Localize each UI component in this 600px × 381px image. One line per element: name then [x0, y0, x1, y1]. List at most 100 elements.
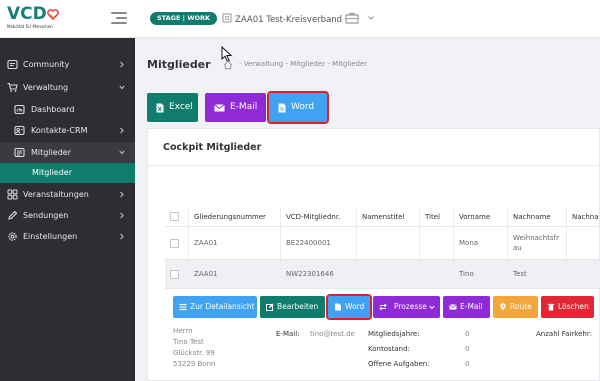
table-cell: ZAA01 [188, 260, 280, 288]
excel-label: Excel [169, 102, 193, 112]
page-title: Mitglieder [147, 58, 211, 71]
column-header[interactable]: Namenstitel [356, 207, 419, 226]
logo-subtitle: Mobilität für Menschen [7, 24, 53, 29]
main-content: Mitglieder - Verwaltung - Mitglieder - M… [135, 38, 600, 381]
cockpit-card: Cockpit Mitglieder Gliederungsnummer VCD… [147, 128, 600, 381]
delete-label: Löschen [558, 302, 589, 311]
excel-export-button[interactable]: Excel [147, 93, 198, 122]
word-button[interactable]: Word [326, 294, 372, 320]
delete-button[interactable]: Löschen [541, 296, 594, 318]
contacts-icon [14, 125, 25, 136]
sidebar-item-dashboard[interactable]: Dashboard [0, 99, 135, 120]
sidebar-item-label: Mitglieder [31, 148, 71, 157]
detail-view-label: Zur Detailansicht [190, 302, 255, 311]
sidebar-item-label: Veranstaltungen [23, 190, 89, 199]
briefcase-icon[interactable] [345, 12, 359, 24]
column-header[interactable]: Nachna [566, 207, 600, 226]
select-all-cell [165, 207, 188, 226]
detail-view-button[interactable]: Zur Detailansicht [173, 296, 257, 318]
table-cell [419, 227, 453, 259]
edit-button[interactable]: Bearbeiten [260, 296, 325, 318]
table-cell: NW22301646 [280, 260, 356, 288]
table-cell: BE22400001 [280, 227, 356, 259]
heart-logo-icon [46, 9, 59, 20]
sidebar-item-community[interactable]: Community [0, 54, 135, 75]
table-cell: ZAA01 [188, 227, 280, 259]
email-label: E-Mail [460, 302, 483, 311]
sidebar-item-sendungen[interactable]: Sendungen [0, 205, 135, 226]
gear-icon [8, 232, 17, 241]
column-header[interactable]: Vorname [453, 207, 507, 226]
swap-arrows-icon [379, 303, 387, 311]
menu-toggle-icon[interactable] [111, 12, 127, 24]
row-select-cell [165, 227, 188, 259]
chevron-right-icon [120, 61, 124, 68]
row-checkbox[interactable] [170, 238, 179, 248]
dashboard-icon [14, 104, 25, 115]
column-header[interactable]: Nachname [507, 207, 566, 226]
sidebar-item-label: Einstellungen [23, 232, 78, 241]
excel-file-icon [156, 103, 164, 113]
table-row-selected[interactable]: ZAA01 NW22301646 Tino Test [165, 260, 600, 289]
table-row[interactable]: ZAA01 BE22400001 Mona Weihnachtsfrau [165, 227, 600, 260]
pen-icon [8, 210, 18, 220]
sidebar-item-label: Sendungen [23, 211, 69, 220]
column-header[interactable]: VCD-Mitgliednr. [280, 207, 356, 226]
sidebar-item-veranstaltungen[interactable]: Veranstaltungen [0, 184, 135, 205]
email-button[interactable]: E-Mail [443, 296, 490, 318]
chevron-right-icon [120, 233, 124, 240]
row-checkbox[interactable] [170, 269, 179, 279]
sidebar-item-mitglieder-sub[interactable]: Mitglieder [0, 163, 135, 183]
column-header[interactable]: Gliederungsnummer [188, 207, 280, 226]
sidebar-item-label: Dashboard [31, 105, 75, 114]
sidebar-item-verwaltung[interactable]: Verwaltung [0, 77, 135, 98]
sidebar-item-einstellungen[interactable]: Einstellungen [0, 226, 135, 247]
breadcrumb: - Verwaltung - Mitglieder - Mitglieder [239, 60, 368, 68]
sidebar-item-kontakte-crm[interactable]: Kontakte-CRM [0, 120, 135, 141]
members-icon [14, 147, 25, 158]
list-icon [179, 303, 187, 311]
route-button[interactable]: Route [493, 296, 538, 318]
word-file-icon [335, 303, 341, 311]
column-header[interactable]: Titel [419, 207, 453, 226]
table-cell: Test [507, 260, 566, 288]
sidebar-item-mitglieder[interactable]: Mitglieder [0, 142, 135, 163]
edit-icon [266, 303, 274, 311]
word-file-icon [278, 103, 286, 113]
map-pin-icon [500, 303, 506, 311]
chevron-down-icon [119, 85, 125, 90]
table-cell [356, 260, 419, 288]
processes-dropdown-button[interactable]: Prozesse [373, 296, 440, 318]
chevron-down-icon[interactable] [367, 14, 375, 22]
divider [148, 165, 600, 166]
table-cell: Mona [453, 227, 507, 259]
sidebar: Community Verwaltung Dashboard Kontakte-… [0, 38, 135, 381]
select-all-checkbox[interactable] [170, 212, 179, 221]
processes-label: Prozesse [394, 302, 427, 311]
word-export-button[interactable]: Word [267, 91, 329, 124]
email-label: E-Mail [230, 102, 258, 112]
cart-icon [7, 82, 18, 92]
table-header-row: Gliederungsnummer VCD-Mitgliednr. Namens… [165, 207, 600, 227]
email-export-button[interactable]: E-Mail [205, 93, 266, 122]
table-cell [566, 227, 600, 259]
edit-label: Bearbeiten [277, 302, 319, 311]
table-cell [356, 227, 419, 259]
table-cell: Tino [453, 260, 507, 288]
sidebar-item-label: Mitglieder [32, 168, 72, 177]
cockpit-title: Cockpit Mitglieder [163, 142, 262, 153]
vcd-logo[interactable]: VCD Mobilität für Menschen [7, 5, 65, 35]
organization-selector[interactable]: ZAA01 Test-Kreisverband [222, 13, 342, 25]
organization-name: ZAA01 Test-Kreisverband [235, 15, 343, 25]
word-label: Word [345, 302, 365, 311]
chevron-down-icon [429, 305, 435, 310]
table-cell [419, 260, 453, 288]
table-cell: Weihnachtsfrau [507, 227, 566, 259]
logo-text: VCD [7, 4, 47, 24]
chevron-right-icon [120, 127, 124, 134]
chevron-right-icon [120, 212, 124, 219]
home-icon[interactable] [223, 60, 233, 70]
row-select-cell [165, 260, 188, 288]
route-label: Route [510, 302, 532, 311]
chevron-right-icon [120, 191, 124, 198]
